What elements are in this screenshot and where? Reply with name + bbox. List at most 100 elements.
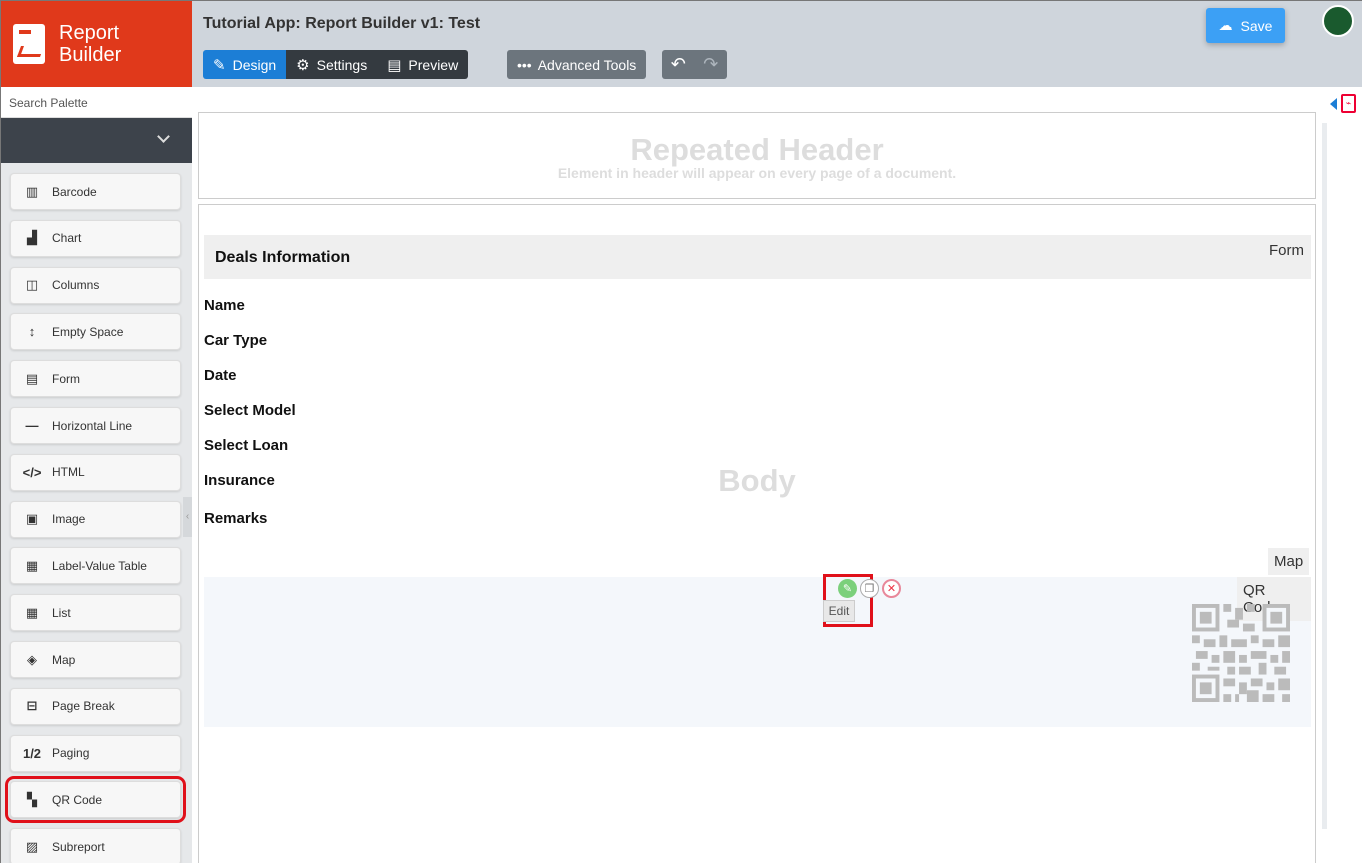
field-label: Car Type <box>204 332 268 349</box>
paging-icon: 1/2 <box>22 745 42 761</box>
copy-icon[interactable]: ❐ <box>860 579 879 598</box>
undo-icon[interactable]: ↶ <box>671 54 686 75</box>
edit-icon[interactable]: ✎ <box>838 579 857 598</box>
tab-settings-label: Settings <box>316 56 368 73</box>
field-label: Insurance <box>204 472 275 489</box>
tab-preview-label: Preview <box>408 56 459 73</box>
form-element[interactable]: Deals Information Form <box>204 235 1311 279</box>
save-label: Save <box>1240 17 1273 34</box>
palette-item-horizontal-line[interactable]: — Horizontal Line <box>10 407 181 444</box>
palette-item-image[interactable]: ▣ Image <box>10 500 181 538</box>
qr-code-icon: ▚ <box>27 791 37 807</box>
header-band-title: Repeated Header <box>630 132 884 167</box>
palette-item-label: Barcode <box>52 184 97 199</box>
brand-name-line2: Builder <box>59 44 122 66</box>
top-toolbar: Tutorial App: Report Builder v1: Test ✎ … <box>192 1 1362 87</box>
save-button[interactable]: ☁ Save <box>1206 8 1285 43</box>
barcode-icon: ▥ <box>25 183 39 199</box>
palette-item-label: Label-Value Table <box>52 558 147 573</box>
palette-item-label: Page Break <box>52 699 115 714</box>
header-band-subtitle: Element in header will appear on every p… <box>557 165 957 181</box>
palette-item-label: List <box>52 605 71 620</box>
brand-name: Report Builder <box>59 22 121 66</box>
advanced-tools-button[interactable]: ••• Advanced Tools <box>507 50 647 79</box>
palette-item-label: Map <box>52 652 76 667</box>
body-band[interactable]: Body Deals Information Form Name Car Typ… <box>198 204 1316 863</box>
palette-item-label: Horizontal Line <box>52 418 133 433</box>
palette-item-columns[interactable]: ◫ Columns <box>10 266 181 304</box>
document-icon: ▤ <box>25 370 39 386</box>
edit-tooltip: Edit <box>823 600 855 622</box>
qr-code-element[interactable]: QR Code ✎ ❐ ✕ Edit <box>204 574 1311 727</box>
table-icon: ▦ <box>25 557 39 573</box>
chevron-down-icon <box>157 130 170 143</box>
redo-icon[interactable]: ↷ <box>703 54 718 75</box>
field-label: Select Loan <box>204 437 289 454</box>
chart-icon: ▟ <box>27 230 37 246</box>
horizontal-line-icon: — <box>25 418 39 433</box>
field-label: Remarks <box>204 510 268 527</box>
tab-settings[interactable]: ⚙ Settings <box>286 50 378 79</box>
tab-preview[interactable]: ▤ Preview <box>377 50 469 79</box>
report-builder-logo-icon <box>13 24 45 64</box>
palette-item-label: Subreport <box>52 839 105 854</box>
palette-list: ▥ Barcode ▟ Chart ◫ Columns ↕ Empty Space ▤ Form —… <box>1 163 192 863</box>
collapse-sidebar-handle[interactable]: ‹ <box>183 497 192 537</box>
mode-tabs: ✎ Design ⚙ Settings ▤ Preview <box>203 50 469 79</box>
gear-icon: ⚙ <box>296 56 310 74</box>
expand-left-icon[interactable] <box>1330 98 1337 110</box>
app-title: Tutorial App: Report Builder v1: Test <box>203 15 481 32</box>
form-title: Deals Information <box>215 249 351 266</box>
palette-item-chart[interactable]: ▟ Chart <box>10 219 181 257</box>
palette-item-label: Form <box>52 371 80 386</box>
advanced-tools-label: Advanced Tools <box>537 56 637 73</box>
qr-code-preview <box>1192 604 1290 702</box>
design-tools-icon: ✎ <box>213 56 226 74</box>
palette-item-label: Paging <box>52 746 90 761</box>
palette-item-map[interactable]: ◈ Map <box>10 641 181 678</box>
field-label: Name <box>204 297 245 314</box>
palette-item-subreport[interactable]: ▨ Subreport <box>10 828 181 863</box>
subreport-icon: ▨ <box>25 838 39 854</box>
form-tag: Form <box>1269 242 1304 259</box>
undo-redo-group: ↶ ↷ <box>662 50 727 79</box>
search-palette-input[interactable]: Search Palette <box>1 87 192 118</box>
field-label: Date <box>204 367 237 384</box>
palette-item-html[interactable]: </> HTML <box>10 453 181 491</box>
avatar[interactable] <box>1322 5 1354 37</box>
pdf-icon[interactable]: ⌁ <box>1341 94 1356 113</box>
tab-design[interactable]: ✎ Design <box>203 50 287 79</box>
cloud-upload-icon: ☁ <box>1218 17 1233 33</box>
palette-item-label: Empty Space <box>52 324 124 339</box>
repeated-header-band[interactable]: Repeated Header Element in header will a… <box>198 112 1316 199</box>
brand-name-line1: Report <box>59 22 120 44</box>
palette-item-label: QR Code <box>52 792 103 807</box>
palette-item-label: HTML <box>52 465 85 480</box>
report-canvas: Repeated Header Element in header will a… <box>192 87 1327 863</box>
page-break-icon: ⊟ <box>26 698 38 714</box>
palette-item-page-break[interactable]: ⊟ Page Break <box>10 687 181 725</box>
palette-item-barcode[interactable]: ▥ Barcode <box>10 173 181 210</box>
palette-item-form[interactable]: ▤ Form <box>10 360 181 398</box>
delete-icon[interactable]: ✕ <box>882 579 901 598</box>
list-icon: ▦ <box>25 604 39 620</box>
document-search-icon: ▤ <box>387 56 402 74</box>
palette-item-empty-space[interactable]: ↕ Empty Space <box>10 313 181 351</box>
palette-item-qr-code[interactable]: ▚ QR Code <box>5 776 186 824</box>
map-tag: Map <box>1268 548 1310 575</box>
palette-item-label-value-table[interactable]: ▦ Label-Value Table <box>10 547 181 585</box>
tab-design-label: Design <box>232 56 277 73</box>
palette-item-paging[interactable]: 1/2 Paging <box>10 734 181 772</box>
vertical-arrows-icon: ↕ <box>28 324 36 340</box>
columns-icon: ◫ <box>25 277 39 293</box>
field-label: Select Model <box>204 402 296 419</box>
category-select[interactable] <box>1 118 192 163</box>
right-rail: ⌁ <box>1327 87 1362 863</box>
image-icon: ▣ <box>25 511 39 527</box>
palette-item-list[interactable]: ▦ List <box>10 594 181 632</box>
palette-item-label: Chart <box>52 231 82 246</box>
body-band-label: Body <box>718 463 796 498</box>
palette-item-label: Columns <box>52 278 100 293</box>
ellipsis-icon: ••• <box>517 56 532 73</box>
code-icon: </> <box>22 464 42 480</box>
